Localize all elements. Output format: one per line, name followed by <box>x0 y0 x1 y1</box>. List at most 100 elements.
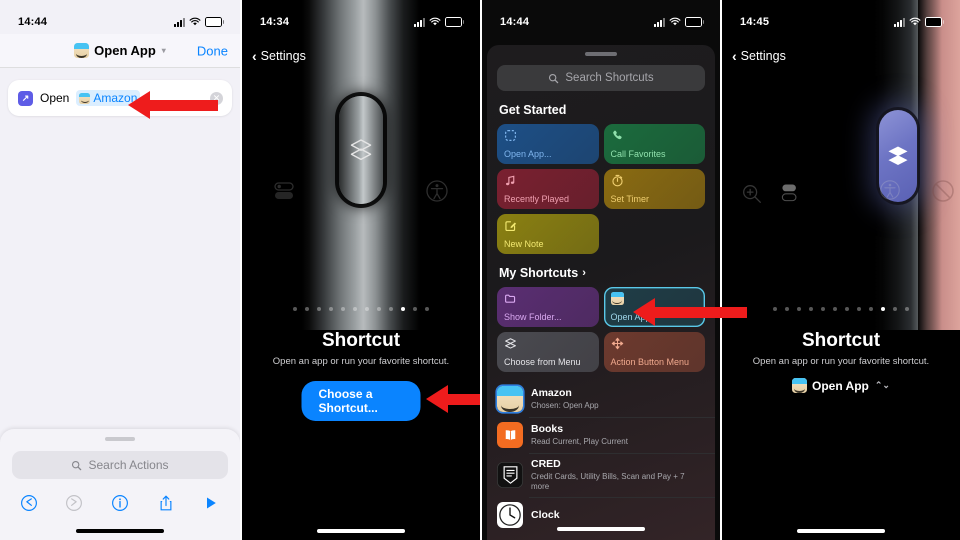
page-dot[interactable] <box>845 307 849 311</box>
battery-icon: 81 <box>924 17 944 27</box>
page-dots[interactable] <box>242 307 480 311</box>
home-indicator <box>797 529 885 533</box>
app-name: CRED <box>531 458 561 470</box>
shortcut-tile[interactable]: Recently Played <box>497 169 599 209</box>
info-icon[interactable] <box>110 493 130 513</box>
back-label: Settings <box>260 49 306 63</box>
search-shortcuts-input[interactable]: Search Shortcuts <box>497 65 705 91</box>
shortcut-tile-label: Set Timer <box>610 194 650 204</box>
page-dot[interactable] <box>833 307 837 311</box>
page-dot[interactable] <box>821 307 825 311</box>
accessibility-icon <box>424 178 450 204</box>
page-dot[interactable] <box>341 307 345 311</box>
page-dot[interactable] <box>329 307 333 311</box>
dashed-square-icon <box>504 129 592 144</box>
annotation-arrow-amazon <box>128 91 218 119</box>
app-name: Books <box>531 423 564 435</box>
sheet-grabber[interactable] <box>585 52 617 56</box>
cellular-signal-icon <box>893 17 905 27</box>
back-to-settings-button[interactable]: ‹ Settings <box>252 48 306 64</box>
chosen-shortcut-selector[interactable]: Open App ⌃⌄ <box>722 378 960 393</box>
shortcut-tile-label: Open App... <box>504 149 552 159</box>
editor-toolbar <box>0 490 240 516</box>
choose-a-shortcut-button[interactable]: Choose a Shortcut... <box>301 381 421 421</box>
battery-level: 81 <box>445 18 461 26</box>
page-dot[interactable] <box>317 307 321 311</box>
silent-toggle-icon <box>272 178 298 204</box>
shortcut-tile[interactable]: Set Timer <box>603 169 705 209</box>
shortcut-tile[interactable]: Action Button Menu <box>603 332 705 372</box>
section-title: My Shortcuts <box>499 266 579 280</box>
page-dot[interactable] <box>797 307 801 311</box>
page-dot[interactable] <box>365 307 369 311</box>
page-dot[interactable] <box>413 307 417 311</box>
editor-title[interactable]: Open App ▾ <box>74 43 166 58</box>
magnifier-icon <box>740 182 766 208</box>
back-label: Settings <box>740 49 786 63</box>
status-indicators: 81 <box>893 17 944 27</box>
play-icon[interactable] <box>201 493 221 513</box>
page-dot[interactable] <box>809 307 813 311</box>
up-down-chevron-icon[interactable]: ⌃⌄ <box>875 380 890 391</box>
page-subtitle: Open an app or run your favorite shortcu… <box>752 356 930 367</box>
app-list-item[interactable]: CRED Credit Cards, Utility Bills, Scan an… <box>487 453 715 497</box>
done-button[interactable]: Done <box>197 43 228 58</box>
page-dot[interactable] <box>881 307 885 311</box>
amazon-icon <box>74 43 90 58</box>
page-dot[interactable] <box>353 307 357 311</box>
status-bar: 14:45 81 <box>722 0 960 34</box>
chevron-down-icon[interactable]: ▾ <box>162 46 166 55</box>
section-title: Get Started <box>499 103 567 117</box>
section-heading[interactable]: My Shortcuts › <box>499 266 715 280</box>
status-time: 14:44 <box>18 16 48 28</box>
search-actions-input[interactable]: Search Actions <box>12 451 228 479</box>
page-dot[interactable] <box>773 307 777 311</box>
page-dot[interactable] <box>869 307 873 311</box>
action-button-render[interactable] <box>339 96 383 204</box>
page-dot[interactable] <box>785 307 789 311</box>
chevron-right-icon[interactable]: › <box>582 267 586 279</box>
phone-back-color <box>918 0 960 330</box>
page-dot[interactable] <box>389 307 393 311</box>
share-icon[interactable] <box>156 493 176 513</box>
status-time: 14:44 <box>500 16 530 28</box>
app-list-item[interactable]: Books Read Current, Play Current <box>487 417 715 453</box>
page-dot[interactable] <box>905 307 909 311</box>
chevron-left-icon: ‹ <box>732 48 737 64</box>
shortcut-tile[interactable]: New Note <box>497 214 599 254</box>
folder-icon <box>504 292 592 307</box>
undo-icon[interactable] <box>19 493 39 513</box>
app-list-item[interactable]: Amazon Chosen: Open App <box>487 381 715 417</box>
page-dot[interactable] <box>305 307 309 311</box>
redo-icon <box>64 493 84 513</box>
move-arrows-icon <box>611 337 699 352</box>
page-dot[interactable] <box>377 307 381 311</box>
do-not-disturb-icon <box>930 178 956 204</box>
shortcut-tile[interactable]: Open App... <box>497 124 599 164</box>
shortcut-tile[interactable]: Choose from Menu <box>497 332 599 372</box>
panel-action-button-configured: 14:45 81 ‹ Settings Shortcut Open an app… <box>720 0 960 540</box>
search-actions-placeholder: Search Actions <box>88 458 169 472</box>
page-dot[interactable] <box>893 307 897 311</box>
page-dot[interactable] <box>293 307 297 311</box>
shortcut-tile[interactable]: Call Favorites <box>603 124 705 164</box>
page-dots[interactable] <box>722 307 960 311</box>
back-to-settings-button[interactable]: ‹ Settings <box>732 48 786 64</box>
editor-title-text: Open App <box>94 43 156 58</box>
annotation-arrow-open-app-tile <box>633 298 747 326</box>
search-shortcuts-placeholder: Search Shortcuts <box>565 72 654 84</box>
wifi-icon <box>909 17 920 26</box>
page-dot[interactable] <box>401 307 405 311</box>
shortcut-tile[interactable]: Show Folder... <box>497 287 599 327</box>
amazon-icon <box>497 386 523 412</box>
books-icon <box>497 422 523 448</box>
wifi-icon <box>429 17 440 26</box>
action-verb: Open <box>40 91 70 105</box>
page-dot[interactable] <box>425 307 429 311</box>
amazon-icon <box>792 378 807 393</box>
page-dot[interactable] <box>857 307 861 311</box>
sheet-grabber[interactable] <box>105 437 135 441</box>
shortcut-tile-label: Action Button Menu <box>610 357 690 367</box>
shortcut-tile-grid: Open App... Call Favorites Recently Played… <box>487 124 715 254</box>
app-subtitle: Credit Cards, Utility Bills, Scan and Pa… <box>531 471 685 491</box>
